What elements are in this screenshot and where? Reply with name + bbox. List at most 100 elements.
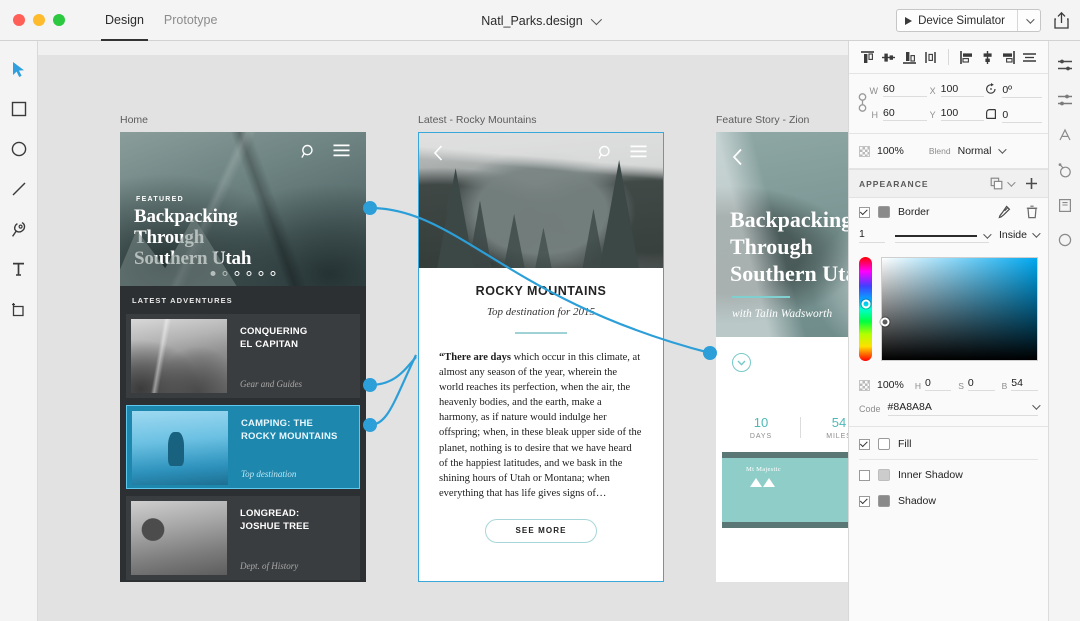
blend-mode-value[interactable]: Normal (958, 145, 992, 157)
trash-icon[interactable] (1026, 205, 1038, 219)
chevron-down-icon[interactable] (998, 145, 1008, 154)
artboard-label-home[interactable]: Home (120, 114, 148, 126)
size-fields: W 60 H 60 (869, 83, 927, 123)
align-right-icon[interactable] (998, 47, 1019, 68)
device-simulator-button[interactable]: Device Simulator (896, 9, 1041, 32)
corner-radius-field[interactable]: 0 (984, 108, 1043, 123)
symbols-icon[interactable] (1055, 195, 1075, 215)
color-opacity-value[interactable]: 100% (877, 379, 904, 391)
list-item-selected[interactable]: CAMPING: THE ROCKY MOUNTAINS Top destina… (126, 405, 360, 489)
chevron-down-circle-icon[interactable] (732, 353, 751, 372)
window-controls[interactable] (13, 14, 65, 26)
artboard-label-zion[interactable]: Feature Story - Zion (716, 114, 809, 126)
map-place-label: Mt Majestic (746, 466, 781, 473)
carousel-dot[interactable] (234, 271, 240, 276)
close-window-button[interactable] (13, 14, 25, 26)
carousel-dots[interactable] (210, 271, 276, 276)
text-tool[interactable] (7, 257, 31, 281)
shadow-enabled-checkbox[interactable] (859, 495, 870, 507)
plus-icon[interactable] (1025, 177, 1038, 190)
back-button[interactable] (732, 148, 744, 171)
tab-design[interactable]: Design (95, 0, 154, 41)
align-horizontal-center-icon[interactable] (977, 47, 998, 68)
opacity-value[interactable]: 100% (877, 145, 904, 157)
saturation-brightness-area[interactable] (880, 257, 1038, 361)
x-field[interactable]: X 100 (927, 83, 985, 97)
rectangle-tool[interactable] (7, 97, 31, 121)
tab-prototype[interactable]: Prototype (154, 0, 228, 41)
sv-picker-thumb[interactable] (880, 317, 890, 327)
design-canvas[interactable]: Home Latest - Rocky Mountains Feature St… (38, 41, 848, 621)
artboard-label-rocky[interactable]: Latest - Rocky Mountains (418, 114, 536, 126)
link-chain-icon[interactable] (855, 90, 869, 116)
hue-field[interactable]: H 0 (915, 377, 952, 391)
layers-icon[interactable] (1055, 230, 1075, 250)
hue-slider-thumb[interactable] (861, 299, 870, 309)
back-button[interactable] (433, 145, 444, 166)
hamburger-icon[interactable] (333, 144, 350, 157)
align-left-icon[interactable] (956, 47, 977, 68)
y-field[interactable]: Y 100 (927, 107, 985, 121)
carousel-dot[interactable] (258, 271, 264, 276)
pen-tool[interactable] (7, 217, 31, 241)
artboard-tool[interactable] (7, 297, 31, 321)
minimize-window-button[interactable] (33, 14, 45, 26)
artboard-feature-zion[interactable]: Backpacking Through Southern Utah with T… (716, 132, 848, 582)
fill-enabled-checkbox[interactable] (859, 438, 870, 450)
carousel-dot[interactable] (270, 271, 276, 276)
height-field[interactable]: H 60 (869, 107, 927, 121)
appearance-layers: Fill Inner Shadow Shadow (849, 426, 1048, 514)
ellipse-tool[interactable] (7, 137, 31, 161)
fill-color-swatch[interactable] (878, 438, 890, 450)
align-vertical-center-icon[interactable] (878, 47, 899, 68)
sliders-alt-icon[interactable] (1055, 90, 1075, 110)
carousel-dot[interactable] (210, 271, 216, 276)
border-color-swatch[interactable] (878, 206, 890, 218)
maximize-window-button[interactable] (53, 14, 65, 26)
width-field[interactable]: W 60 (869, 83, 927, 97)
field-value: 54 (1011, 377, 1038, 391)
simulator-dropdown-button[interactable] (1018, 14, 1040, 24)
copy-style-icon[interactable] (990, 177, 1016, 190)
shadow-color-swatch[interactable] (878, 495, 890, 507)
list-item-subtitle: Gear and Guides (240, 379, 302, 389)
saturation-field[interactable]: S 0 (958, 377, 995, 391)
rotation-field[interactable]: 0º (984, 83, 1043, 98)
distribute-horizontal-icon[interactable] (1019, 47, 1040, 68)
sliders-icon[interactable] (1055, 55, 1075, 75)
border-width-value[interactable]: 1 (859, 228, 885, 243)
align-bottom-icon[interactable] (899, 47, 920, 68)
line-tool[interactable] (7, 177, 31, 201)
inner-shadow-label: Inner Shadow (898, 469, 963, 481)
select-tool[interactable] (7, 57, 31, 81)
map-card[interactable]: Mt Majestic (722, 452, 848, 528)
artboard-rocky-mountains[interactable]: ROCKY MOUNTAINS Top destination for 2015… (418, 132, 664, 582)
search-icon[interactable] (301, 144, 316, 159)
brightness-field[interactable]: B 54 (1002, 377, 1038, 391)
color-styles-icon[interactable] (1055, 160, 1075, 180)
distribute-vertical-icon[interactable] (920, 47, 941, 68)
code-label: Code (859, 404, 881, 414)
chevron-down-icon (1026, 14, 1035, 24)
see-more-button[interactable]: SEE MORE (485, 518, 597, 543)
text-styles-icon[interactable] (1055, 125, 1075, 145)
eyedropper-icon[interactable] (998, 205, 1011, 219)
color-picker[interactable] (849, 253, 1048, 369)
search-icon[interactable] (598, 145, 613, 160)
list-item[interactable]: LONGREAD: JOSHUE TREE Dept. of History (126, 496, 360, 580)
color-code-field[interactable]: #8A8A8A (887, 401, 1041, 416)
border-style-dropdown[interactable] (895, 230, 992, 243)
inner-shadow-color-swatch[interactable] (878, 469, 890, 481)
carousel-dot[interactable] (222, 271, 228, 276)
border-enabled-checkbox[interactable] (859, 206, 870, 218)
border-position-dropdown[interactable]: Inside (999, 229, 1041, 243)
align-top-icon[interactable] (857, 47, 878, 68)
list-item[interactable]: CONQUERING EL CAPITAN Gear and Guides (126, 314, 360, 398)
share-button[interactable] (1053, 11, 1070, 30)
artboard-home[interactable]: FEATURED Backpacking Through Southern Ut… (120, 132, 366, 582)
carousel-dot[interactable] (246, 271, 252, 276)
hamburger-icon[interactable] (630, 145, 647, 158)
chevron-down-icon[interactable] (590, 13, 602, 25)
inner-shadow-enabled-checkbox[interactable] (859, 469, 870, 481)
hue-slider[interactable] (859, 257, 872, 361)
